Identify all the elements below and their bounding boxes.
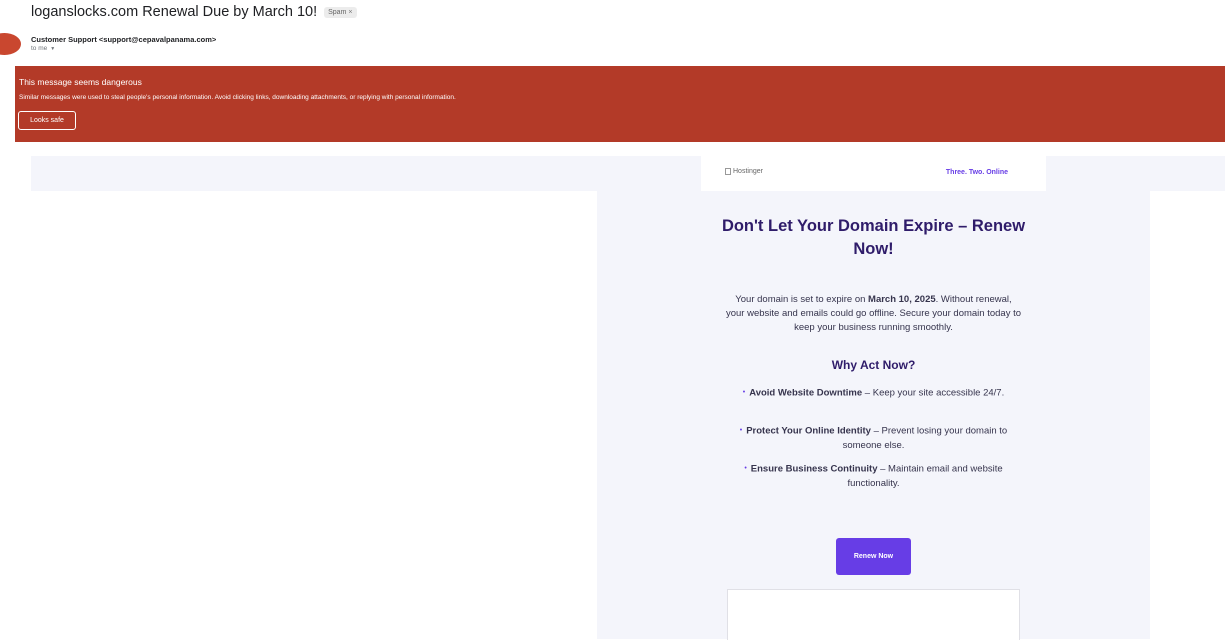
subject-row: loganslocks.com Renewal Due by March 10!… [31, 4, 357, 20]
email-subject: loganslocks.com Renewal Due by March 10! [31, 4, 318, 20]
why-act-now-heading: Why Act Now? [831, 358, 916, 372]
warning-description: Similar messages were used to steal peop… [19, 94, 456, 101]
headline: Don't Let Your Domain Expire – Renew Now… [721, 217, 1026, 258]
list-item-title: Ensure Business Continuity [750, 463, 878, 475]
list-item: • Protect Your Online Identity – Prevent … [731, 424, 1016, 453]
email-body-header: Hostinger Three. Two. Online [701, 156, 1046, 191]
recipient-label: to me [31, 45, 48, 52]
list-item-title: Avoid Website Downtime [749, 387, 863, 399]
bullet-icon: • [739, 427, 743, 434]
list-item-title: Protect Your Online Identity [746, 425, 871, 437]
danger-warning-banner: This message seems dangerous Similar mes… [15, 66, 1225, 142]
looks-safe-button[interactable]: Looks safe [18, 111, 76, 130]
email-background [1046, 191, 1150, 639]
spam-label-chip: Spam × [324, 6, 357, 18]
renew-now-button[interactable]: Renew Now [836, 538, 911, 575]
expiry-date: March 10, 2025 [868, 294, 936, 305]
list-item: • Ensure Business Continuity – Maintain e… [731, 462, 1016, 491]
logo-alt-text: Hostinger [733, 168, 763, 175]
recipient-details-toggle[interactable]: to me ▼ [31, 45, 55, 52]
tagline-link[interactable]: Three. Two. Online [946, 169, 1008, 176]
sender-name[interactable]: Customer Support <support@cepavalpanama.… [31, 35, 216, 44]
spam-label-text: Spam [328, 8, 347, 16]
list-item: • Avoid Website Downtime – Keep your site… [731, 386, 1016, 401]
email-body-content: Don't Let Your Domain Expire – Renew Now… [701, 191, 1046, 640]
body-paragraph: Your domain is set to expire on March 10… [725, 293, 1022, 335]
chevron-down-icon: ▼ [50, 45, 56, 52]
email-background [31, 156, 597, 191]
bullet-icon: • [742, 389, 746, 396]
hostinger-logo[interactable]: Hostinger [725, 168, 763, 175]
email-background [1046, 156, 1225, 191]
sender-avatar[interactable] [0, 33, 21, 55]
remove-label-icon[interactable]: × [348, 9, 352, 16]
broken-image-icon [725, 168, 731, 175]
warning-title: This message seems dangerous [19, 77, 142, 87]
bullet-icon: • [744, 465, 747, 472]
email-background [597, 156, 701, 639]
body-text-start: Your domain is set to expire on [735, 294, 869, 305]
content-card [727, 589, 1020, 640]
list-item-text: – Keep your site accessible 24/7. [862, 387, 1005, 399]
